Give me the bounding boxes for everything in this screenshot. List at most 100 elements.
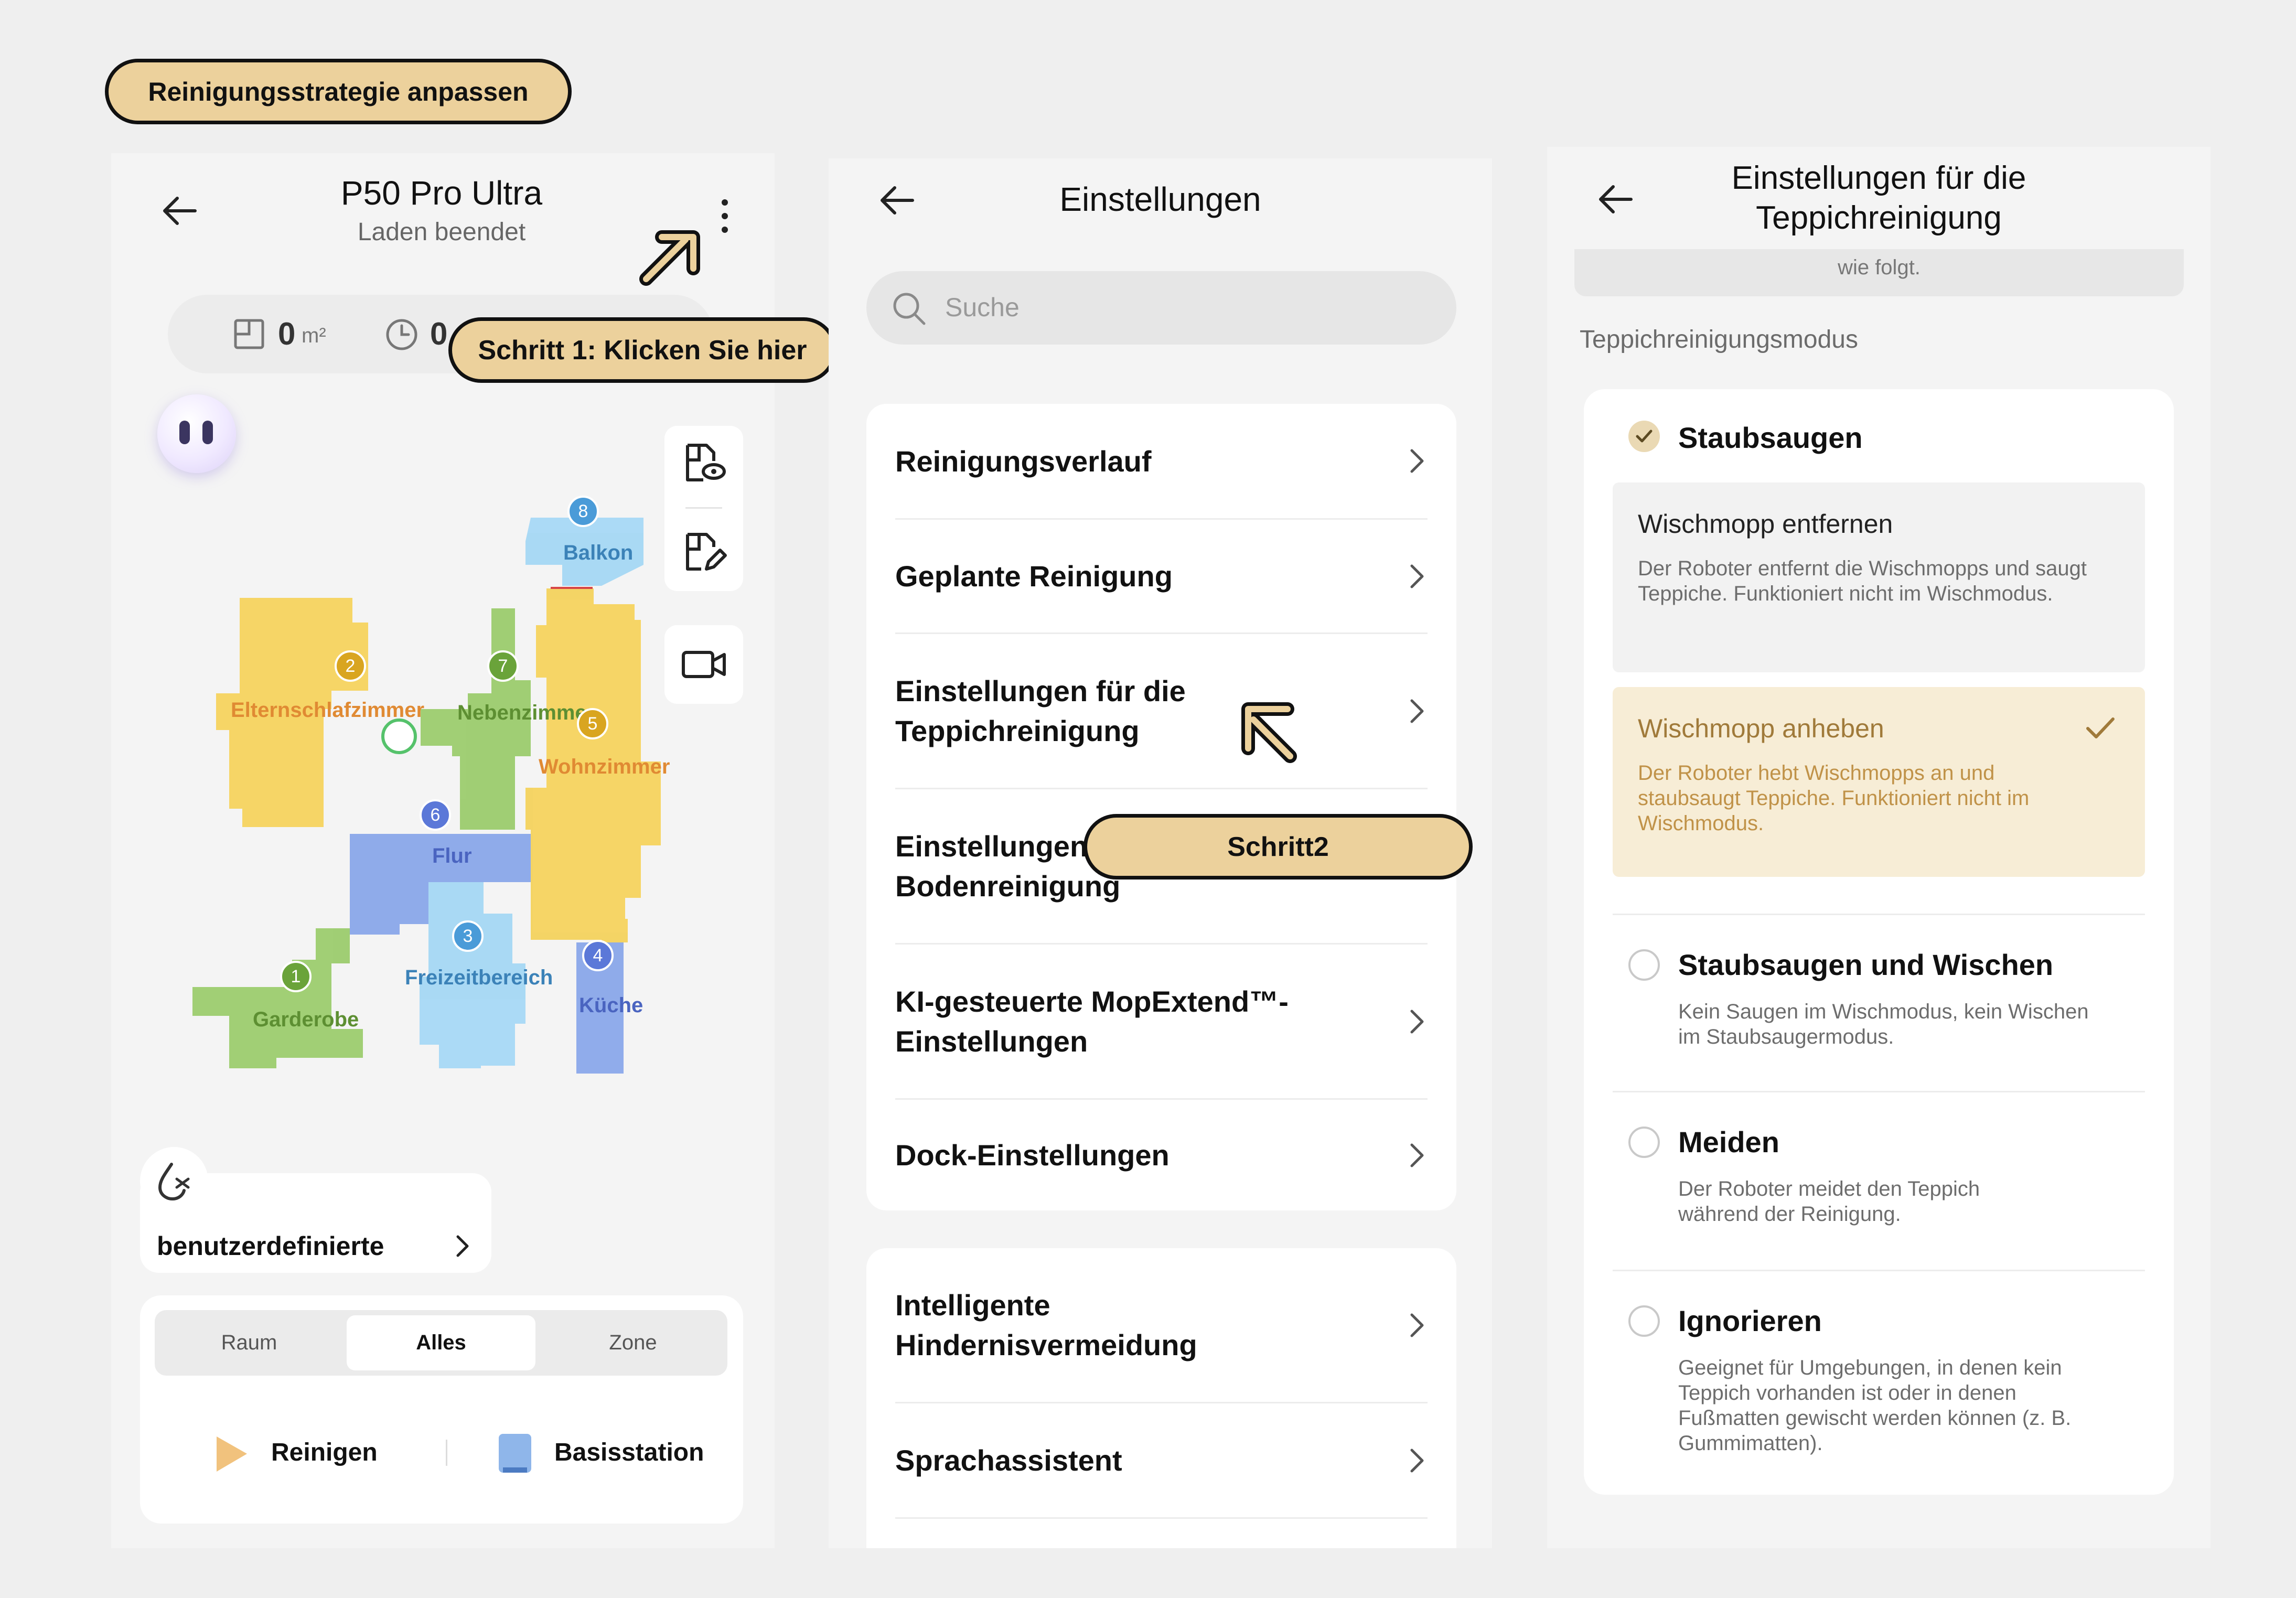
clock-icon <box>386 319 417 350</box>
chevron-right-icon <box>1410 1143 1424 1167</box>
setting-row-history[interactable]: Reinigungsverlauf <box>895 404 1428 518</box>
base-station-icon <box>499 1434 531 1473</box>
setting-row-obstacle[interactable]: Intelligente Hindernisvermeidung <box>895 1248 1428 1402</box>
room-badge[interactable]: 4 <box>582 940 614 971</box>
setting-label: Geplante Reinigung <box>895 560 1173 593</box>
carpet-title-line2: Teppichreinigung <box>1756 200 2002 236</box>
screen-carpet-settings: Einstellungen für die Teppichreinigung w… <box>1547 147 2211 1548</box>
room-name: Freizeitbereich <box>405 966 553 989</box>
search-input[interactable]: Suche <box>866 271 1456 345</box>
camera-button[interactable] <box>664 625 743 704</box>
room-name: Wohnzimmer <box>539 755 670 778</box>
area-unit: m² <box>302 324 326 347</box>
search-placeholder: Suche <box>945 293 1020 322</box>
dock-button[interactable]: Basisstation <box>497 1427 722 1479</box>
radio-unchecked-icon <box>1628 949 1660 981</box>
clean-button[interactable]: Reinigen <box>213 1427 387 1479</box>
suboption-title: Wischmopp anheben <box>1638 714 1884 743</box>
chevron-right-icon <box>1410 449 1424 473</box>
pointer-arrow-icon <box>639 230 700 286</box>
map-view-icon[interactable] <box>680 439 727 486</box>
room-name: Nebenzimmer <box>457 701 595 724</box>
page-header-title: Reinigungsstrategie anpassen <box>148 77 529 106</box>
room-name: Flur <box>432 844 472 867</box>
action-divider <box>446 1440 447 1466</box>
callout-step1: Schritt 1: Klicken Sie hier <box>448 317 836 383</box>
carpet-mode-options: Staubsaugen Wischmopp entfernen Der Robo… <box>1584 389 2174 1495</box>
page-header-label: Reinigungsstrategie anpassen <box>105 59 572 124</box>
mode-icon-badge <box>140 1147 208 1215</box>
option-desc: Geeignet für Umgebungen, in denen kein T… <box>1678 1356 2072 1455</box>
option-avoid[interactable]: Meiden Der Roboter meidet den Teppich wä… <box>1584 1092 2174 1270</box>
search-icon <box>893 293 926 325</box>
clean-label: Reinigen <box>271 1439 378 1466</box>
chevron-right-icon <box>1410 699 1424 723</box>
section-label: Teppichreinigungsmodus <box>1580 326 1858 353</box>
map-rooms <box>192 518 661 1074</box>
back-arrow-icon[interactable] <box>158 195 200 227</box>
option-title: Ignorieren <box>1678 1304 1822 1337</box>
map-toolbar <box>664 426 743 591</box>
room-badge[interactable]: 8 <box>567 496 599 527</box>
back-arrow-icon[interactable] <box>1594 184 1636 215</box>
option-desc: Der Roboter meidet den Teppich während d… <box>1678 1177 1980 1226</box>
play-icon <box>217 1436 247 1472</box>
option-title: Staubsaugen <box>1678 421 1863 454</box>
setting-row-dock[interactable]: Dock-Einstellungen <box>895 1100 1428 1210</box>
room-badge[interactable]: 5 <box>577 708 608 739</box>
option-vacuum-mop[interactable]: Staubsaugen und Wischen Kein Saugen im W… <box>1584 915 2174 1091</box>
map-edit-icon[interactable] <box>680 528 727 575</box>
room-name: Garderobe <box>253 1008 359 1031</box>
checkmark-icon <box>2086 717 2115 738</box>
suboption-desc: Der Roboter hebt Wischmopps an und staub… <box>1638 762 2030 835</box>
suboption-lift-mop[interactable]: Wischmopp anheben Der Roboter hebt Wisch… <box>1613 687 2145 877</box>
setting-label: Intelligente Hindernisvermeidung <box>895 1288 1197 1361</box>
option-ignore[interactable]: Ignorieren Geeignet für Umgebungen, in d… <box>1584 1271 2174 1495</box>
option-title: Meiden <box>1678 1125 1779 1159</box>
setting-row-mopextend[interactable]: KI-gesteuerte MopExtend™-Einstellungen <box>895 945 1428 1098</box>
callout-step2: Schritt2 <box>1083 814 1473 880</box>
room-badge[interactable]: 7 <box>487 650 519 682</box>
chevron-right-icon <box>1410 564 1424 588</box>
settings-group-2: Intelligente Hindernisvermeidung Spracha… <box>866 1248 1456 1548</box>
room-name: Balkon <box>563 541 634 564</box>
tab-raum[interactable]: Raum <box>155 1310 344 1376</box>
water-drop-icon <box>158 1163 190 1201</box>
setting-label: Dock-Einstellungen <box>895 1139 1170 1172</box>
info-snippet: wie folgt. <box>1838 255 1921 279</box>
setting-label-line2: Bodenreinigung <box>895 869 1121 903</box>
callout-step2-text: Schritt2 <box>1227 831 1329 862</box>
settings-title: Einstellungen <box>1059 180 1261 218</box>
mode-label: benutzerdefinierte <box>157 1231 384 1261</box>
pointer-arrow-icon <box>1241 702 1297 763</box>
area-icon <box>234 319 264 349</box>
room-badge[interactable]: 6 <box>420 799 451 831</box>
option-desc: Kein Saugen im Wischmodus, kein Wischen … <box>1678 1000 2089 1048</box>
room-badge[interactable]: 3 <box>452 920 484 952</box>
check-circle-icon <box>1628 421 1660 452</box>
settings-group-1: Reinigungsverlauf Geplante Reinigung Ein… <box>866 404 1456 1210</box>
device-status: Laden beendet <box>357 218 526 246</box>
option-vacuum[interactable]: Staubsaugen <box>1584 389 2174 484</box>
device-title: P50 Pro Ultra <box>340 174 543 212</box>
setting-label: Reinigungsverlauf <box>895 444 1152 478</box>
chevron-right-icon <box>1410 1449 1424 1472</box>
room-badge[interactable]: 1 <box>280 961 312 992</box>
back-arrow-icon[interactable] <box>876 185 918 216</box>
radio-unchecked-icon <box>1628 1305 1660 1337</box>
setting-row-voice[interactable]: Sprachassistent <box>895 1403 1428 1517</box>
robot-avatar[interactable] <box>157 394 236 473</box>
suboption-remove-mop[interactable]: Wischmopp entfernen Der Roboter entfernt… <box>1613 482 2145 672</box>
bottom-action-card: Raum Alles Zone Reinigen Basisstation <box>140 1295 743 1524</box>
dock-label: Basisstation <box>554 1439 704 1466</box>
setting-row-carpet[interactable]: Einstellungen für die Teppichreinigung <box>895 634 1428 788</box>
tab-zone[interactable]: Zone <box>539 1310 727 1376</box>
more-menu-icon[interactable] <box>714 195 735 237</box>
chevron-right-icon <box>456 1235 469 1257</box>
tab-alles[interactable]: Alles <box>347 1315 535 1370</box>
carpet-title-line1: Einstellungen für die <box>1731 160 2026 196</box>
chevron-right-icon <box>1410 1010 1424 1033</box>
room-badge[interactable]: 2 <box>335 650 366 682</box>
setting-row-scheduled[interactable]: Geplante Reinigung <box>895 520 1428 632</box>
scope-tabs: Raum Alles Zone <box>155 1310 727 1376</box>
